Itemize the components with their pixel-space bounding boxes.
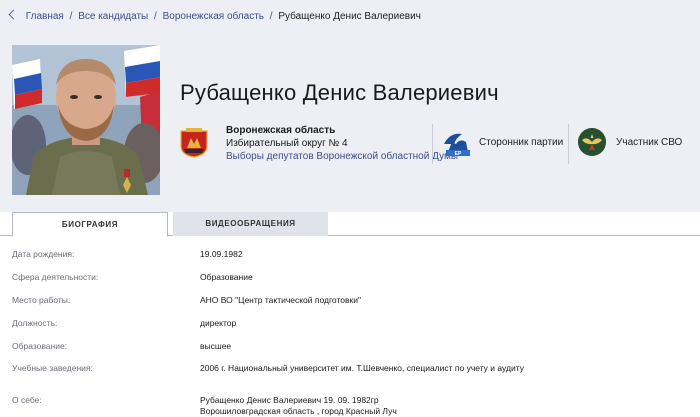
bio-label: Образование: bbox=[12, 341, 68, 351]
party-logo-icon: ЕР bbox=[444, 133, 470, 157]
bio-label: Место работы: bbox=[12, 295, 71, 305]
svo-label: Участник СВО bbox=[616, 137, 683, 148]
candidate-header: Главная / Все кандидаты / Воронежская об… bbox=[0, 0, 700, 212]
breadcrumb: Главная / Все кандидаты / Воронежская об… bbox=[8, 9, 421, 22]
bio-value-continued: Ворошиловградская область , город Красны… bbox=[200, 406, 397, 416]
region-name: Воронежская область bbox=[226, 125, 336, 136]
bio-value: высшее bbox=[200, 341, 232, 351]
tab-video-addresses[interactable]: ВИДЕООБРАЩЕНИЯ bbox=[173, 212, 328, 236]
breadcrumb-all-candidates[interactable]: Все кандидаты bbox=[78, 11, 148, 22]
region-text: Воронежская область Избирательный округ … bbox=[226, 124, 458, 163]
svg-text:ЕР: ЕР bbox=[455, 151, 462, 157]
party-label: Сторонник партии bbox=[479, 137, 564, 148]
svo-emblem-icon bbox=[578, 128, 606, 156]
candidate-photo-image bbox=[12, 45, 160, 195]
elections-link[interactable]: Выборы депутатов Воронежской областной Д… bbox=[226, 150, 458, 163]
divider bbox=[432, 124, 433, 164]
bio-value: 2006 г. Национальный университет им. Т.Ш… bbox=[200, 363, 524, 373]
bio-value: 19.09.1982 bbox=[200, 249, 243, 259]
bio-label: Сфера деятельности: bbox=[12, 272, 99, 282]
chevron-left-icon[interactable] bbox=[8, 9, 19, 20]
breadcrumb-separator: / bbox=[69, 11, 73, 22]
breadcrumb-separator: / bbox=[269, 11, 273, 22]
candidate-name: Рубащенко Денис Валериевич bbox=[180, 80, 499, 105]
bio-value: Рубащенко Денис Валериевич 19. 09. 1982г… bbox=[200, 395, 379, 405]
breadcrumb-current: Рубащенко Денис Валериевич bbox=[278, 11, 421, 22]
district-name: Избирательный округ № 4 bbox=[226, 138, 348, 149]
bio-label: О себе: bbox=[12, 395, 42, 405]
bio-label: Дата рождения: bbox=[12, 249, 75, 259]
region-crest-icon bbox=[180, 128, 208, 158]
tabs-bar: БИОГРАФИЯ ВИДЕООБРАЩЕНИЯ bbox=[0, 212, 700, 237]
divider bbox=[568, 124, 569, 164]
bio-label: Учебные заведения: bbox=[12, 363, 93, 373]
bio-value: Образование bbox=[200, 272, 253, 282]
breadcrumb-region[interactable]: Воронежская область bbox=[163, 11, 264, 22]
tab-biography[interactable]: БИОГРАФИЯ bbox=[12, 212, 168, 237]
bio-value: АНО ВО "Центр тактической подготовки" bbox=[200, 295, 361, 305]
breadcrumb-separator: / bbox=[154, 11, 157, 22]
bio-label: Должность: bbox=[12, 318, 58, 328]
candidate-photo bbox=[12, 45, 160, 195]
bio-value: директор bbox=[200, 318, 237, 328]
breadcrumb-home[interactable]: Главная bbox=[26, 11, 64, 22]
